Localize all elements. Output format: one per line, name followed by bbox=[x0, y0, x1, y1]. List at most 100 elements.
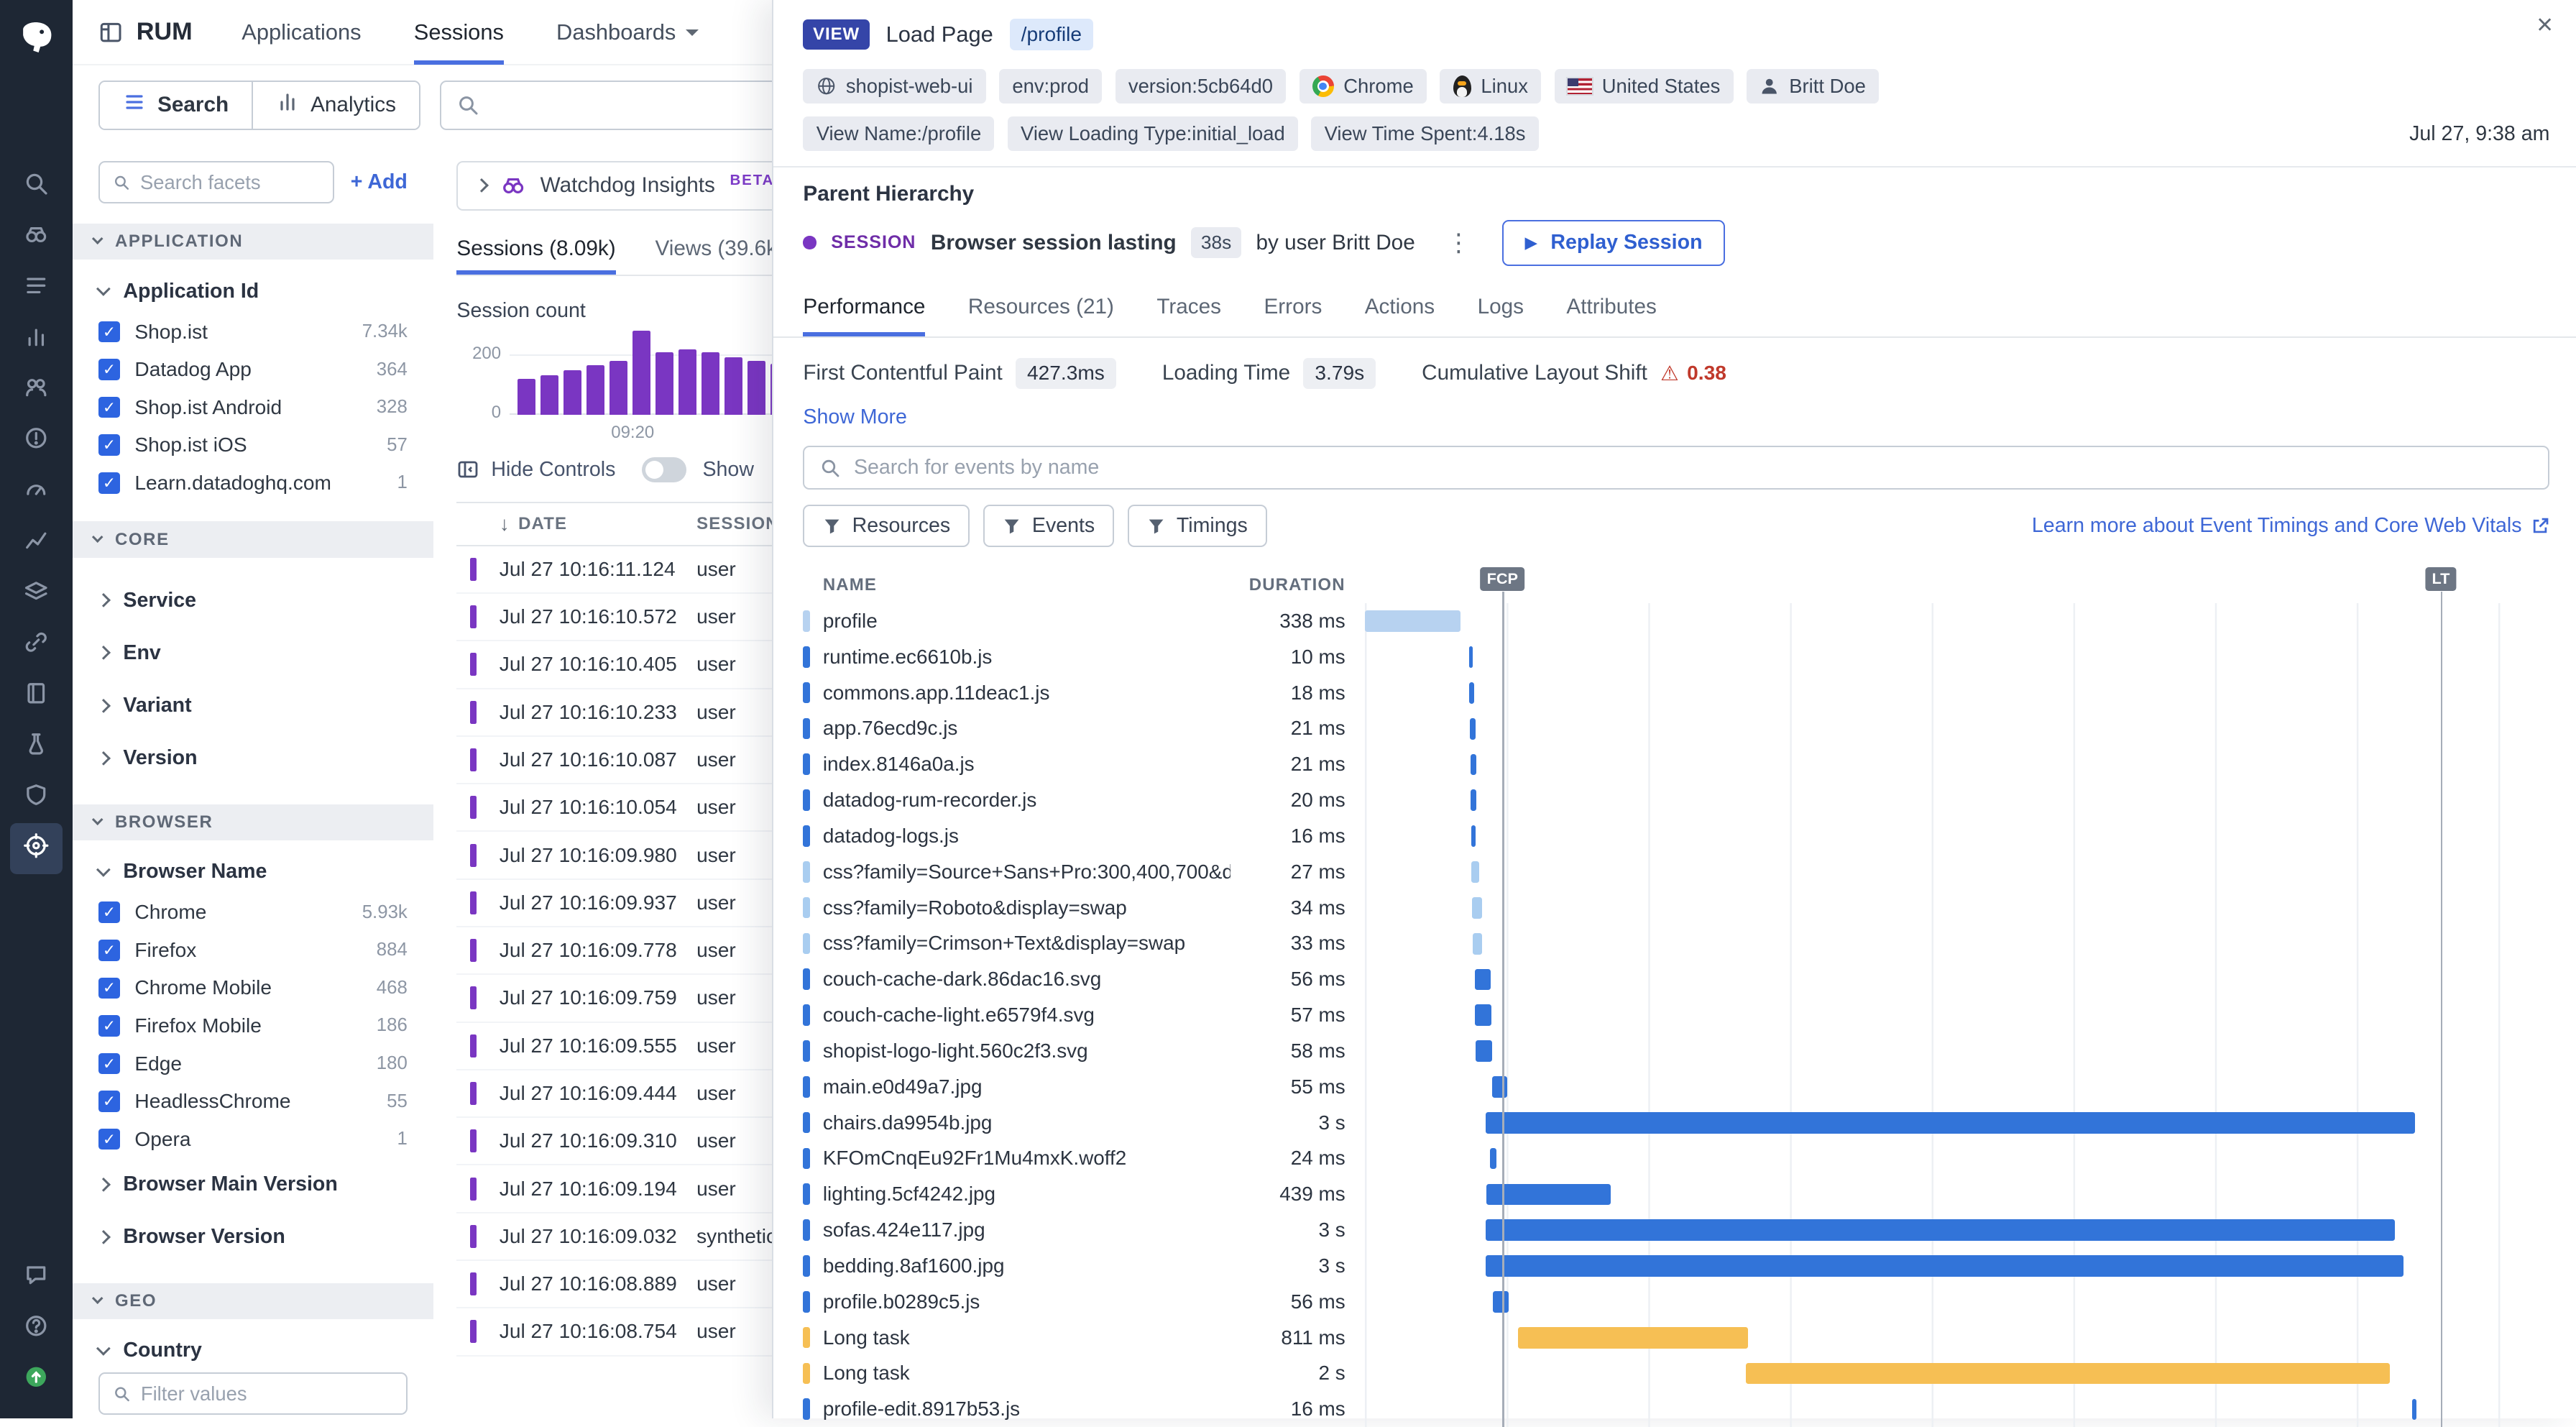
waterfall-row[interactable]: app.76ecd9c.js 21 ms bbox=[803, 711, 2549, 747]
facet-group-application-id[interactable]: Application Id bbox=[98, 280, 408, 303]
mode-button[interactable]: Analytics bbox=[252, 82, 419, 129]
checkbox-checked[interactable] bbox=[98, 359, 120, 380]
tag-chip[interactable]: United States bbox=[1555, 69, 1734, 104]
facet-value-row[interactable]: Datadog App 364 bbox=[98, 351, 408, 389]
sidebar-item[interactable] bbox=[10, 823, 63, 874]
drawer-tab[interactable]: Performance bbox=[803, 282, 925, 336]
view-meta-chip[interactable]: View Time Spent:4.18s bbox=[1311, 116, 1538, 151]
facet-group-collapsed[interactable]: Browser Main Version bbox=[98, 1158, 408, 1211]
view-path-chip[interactable]: /profile bbox=[1010, 19, 1093, 50]
mode-button[interactable]: Search bbox=[100, 82, 252, 129]
add-facet-button[interactable]: + Add bbox=[351, 170, 408, 194]
name-column-header[interactable]: NAME bbox=[823, 575, 1230, 595]
sidebar-item[interactable] bbox=[10, 569, 63, 620]
close-icon[interactable]: × bbox=[2536, 12, 2553, 40]
facet-section-application[interactable]: APPLICATION bbox=[73, 224, 434, 260]
chart-bar[interactable] bbox=[656, 352, 673, 415]
drawer-tab[interactable]: Resources (21) bbox=[968, 282, 1114, 336]
checkbox-checked[interactable] bbox=[98, 397, 120, 418]
country-filter-input[interactable] bbox=[141, 1382, 393, 1405]
chart-bar[interactable] bbox=[564, 370, 581, 415]
facet-value-row[interactable]: Shop.ist Android 328 bbox=[98, 388, 408, 426]
sidebar-item[interactable] bbox=[10, 161, 63, 212]
waterfall-row[interactable]: bedding.8af1600.jpg 3 s bbox=[803, 1248, 2549, 1284]
facet-value-row[interactable]: Learn.datadoghq.com 1 bbox=[98, 464, 408, 502]
list-tab[interactable]: Views (39.6k) bbox=[655, 226, 783, 275]
tag-chip[interactable]: version:5cb64d0 bbox=[1116, 69, 1287, 104]
checkbox-checked[interactable] bbox=[98, 978, 120, 999]
waterfall-row[interactable]: sofas.424e117.jpg 3 s bbox=[803, 1212, 2549, 1248]
facet-search-input[interactable] bbox=[140, 171, 320, 194]
sidebar-item[interactable] bbox=[10, 467, 63, 518]
waterfall-row[interactable]: datadog-rum-recorder.js 20 ms bbox=[803, 782, 2549, 818]
sidebar-item[interactable] bbox=[10, 416, 63, 467]
facet-section-core[interactable]: CORE bbox=[73, 521, 434, 557]
topnav-tab[interactable]: Applications bbox=[242, 0, 361, 65]
facet-value-row[interactable]: HeadlessChrome 55 bbox=[98, 1083, 408, 1121]
sidebar-item[interactable] bbox=[10, 620, 63, 671]
facet-group-country[interactable]: Country bbox=[98, 1339, 408, 1362]
waterfall-row[interactable]: index.8146a0a.js 21 ms bbox=[803, 746, 2549, 782]
sidebar-item[interactable] bbox=[10, 1303, 63, 1354]
tag-chip[interactable]: Britt Doe bbox=[1747, 69, 1879, 104]
sidebar-item[interactable] bbox=[10, 263, 63, 314]
filter-button[interactable]: Timings bbox=[1128, 505, 1267, 547]
waterfall-row[interactable]: profile.b0289c5.js 56 ms bbox=[803, 1284, 2549, 1320]
show-more-link[interactable]: Show More bbox=[803, 405, 2549, 429]
facet-value-row[interactable]: Chrome Mobile 468 bbox=[98, 969, 408, 1007]
chart-bar[interactable] bbox=[632, 331, 650, 415]
sidebar-item[interactable] bbox=[10, 670, 63, 721]
checkbox-checked[interactable] bbox=[98, 1091, 120, 1112]
sidebar-item[interactable] bbox=[10, 1354, 63, 1405]
sidebar-item[interactable] bbox=[10, 721, 63, 772]
checkbox-checked[interactable] bbox=[98, 901, 120, 923]
waterfall-row[interactable]: chairs.da9954b.jpg 3 s bbox=[803, 1105, 2549, 1141]
view-meta-chip[interactable]: View Loading Type:initial_load bbox=[1008, 116, 1298, 151]
checkbox-checked[interactable] bbox=[98, 321, 120, 343]
event-search-box[interactable] bbox=[803, 446, 2549, 490]
chart-bar[interactable] bbox=[518, 379, 535, 415]
waterfall-row[interactable]: css?family=Roboto&display=swap 34 ms bbox=[803, 890, 2549, 926]
sort-desc-icon[interactable]: ↓ bbox=[500, 513, 510, 536]
facet-group-collapsed[interactable]: Service bbox=[98, 574, 408, 627]
topnav-tab[interactable]: Sessions bbox=[414, 0, 504, 65]
filter-button[interactable]: Events bbox=[983, 505, 1115, 547]
drawer-tab[interactable]: Errors bbox=[1264, 282, 1322, 336]
drawer-tab[interactable]: Actions bbox=[1365, 282, 1435, 336]
waterfall-row[interactable]: profile 338 ms bbox=[803, 603, 2549, 639]
facet-value-row[interactable]: Shop.ist iOS 57 bbox=[98, 426, 408, 464]
waterfall-row[interactable]: Long task 2 s bbox=[803, 1355, 2549, 1391]
tag-chip[interactable]: Chrome bbox=[1300, 69, 1427, 104]
facet-group-collapsed[interactable]: Browser Version bbox=[98, 1211, 408, 1263]
drawer-tab[interactable]: Attributes bbox=[1566, 282, 1656, 336]
sidebar-item[interactable] bbox=[10, 364, 63, 416]
chart-bar[interactable] bbox=[586, 365, 604, 415]
facet-value-row[interactable]: Firefox 884 bbox=[98, 932, 408, 970]
facet-search-box[interactable] bbox=[98, 161, 334, 203]
tag-chip[interactable]: shopist-web-ui bbox=[803, 69, 985, 104]
list-tab[interactable]: Sessions (8.09k) bbox=[456, 226, 615, 275]
waterfall-row[interactable]: Long task 811 ms bbox=[803, 1320, 2549, 1356]
checkbox-checked[interactable] bbox=[98, 1015, 120, 1037]
waterfall-row[interactable]: lighting.5cf4242.jpg 439 ms bbox=[803, 1176, 2549, 1212]
facet-value-row[interactable]: Shop.ist 7.34k bbox=[98, 313, 408, 351]
facet-section-geo[interactable]: GEO bbox=[73, 1283, 434, 1319]
waterfall-row[interactable]: KFOmCnqEu92Fr1Mu4mxK.woff2 24 ms bbox=[803, 1140, 2549, 1176]
facet-group-browser-name[interactable]: Browser Name bbox=[98, 860, 408, 884]
facet-group-collapsed[interactable]: Version bbox=[98, 732, 408, 784]
waterfall-row[interactable]: shopist-logo-light.560c2f3.svg 58 ms bbox=[803, 1033, 2549, 1069]
topnav-tab[interactable]: Dashboards bbox=[556, 0, 699, 65]
checkbox-checked[interactable] bbox=[98, 1053, 120, 1075]
facet-group-collapsed[interactable]: Variant bbox=[98, 679, 408, 732]
learn-more-link[interactable]: Learn more about Event Timings and Core … bbox=[2032, 514, 2549, 538]
chart-bar[interactable] bbox=[748, 361, 765, 415]
chart-bar[interactable] bbox=[540, 375, 558, 415]
date-column-header[interactable]: DATE bbox=[518, 514, 567, 534]
chart-bar[interactable] bbox=[610, 361, 627, 415]
sidebar-item[interactable] bbox=[10, 314, 63, 365]
replay-session-button[interactable]: ▶ Replay Session bbox=[1502, 220, 1725, 266]
drawer-tab[interactable]: Logs bbox=[1478, 282, 1524, 336]
checkbox-checked[interactable] bbox=[98, 434, 120, 456]
tag-chip[interactable]: Linux bbox=[1440, 69, 1541, 104]
filter-button[interactable]: Resources bbox=[803, 505, 970, 547]
